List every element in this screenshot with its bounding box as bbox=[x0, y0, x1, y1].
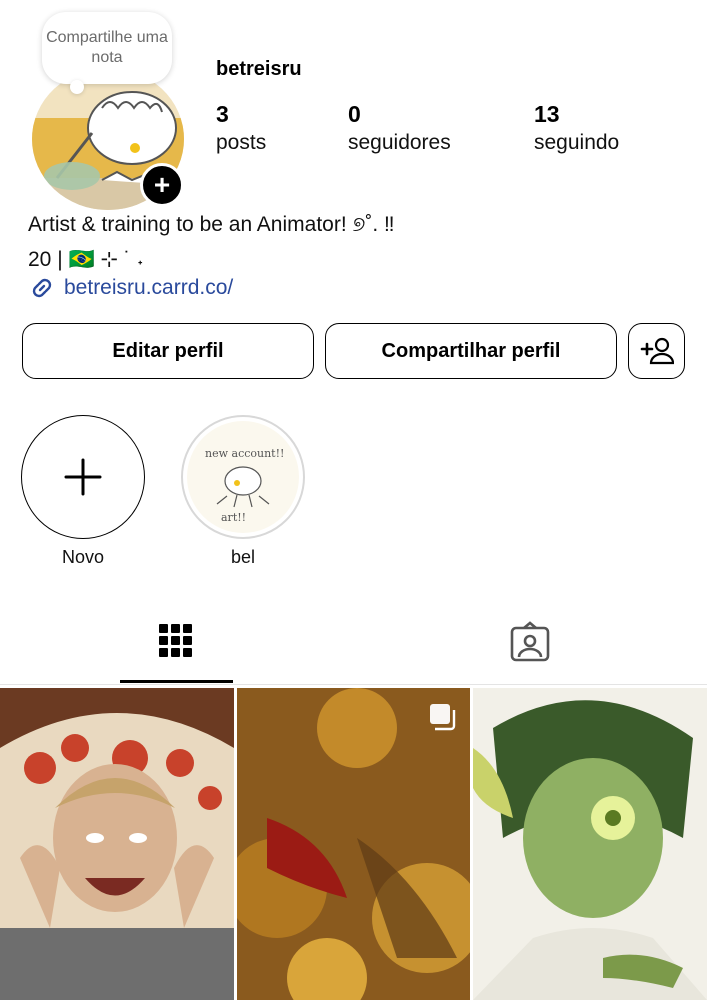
bio-link-text: betreisru.carrd.co/ bbox=[64, 276, 234, 299]
post-image-portrait-mushrooms bbox=[0, 688, 234, 1000]
plus-icon bbox=[64, 458, 102, 496]
post-image-green-boy bbox=[473, 688, 707, 1000]
edit-profile-button[interactable]: Editar perfil bbox=[22, 323, 314, 379]
note-bubble[interactable]: Compartilhe uma nota bbox=[42, 12, 172, 94]
stat-following[interactable]: 13 seguindo bbox=[534, 100, 619, 158]
highlight-bel-label: bel bbox=[230, 547, 256, 567]
tab-tagged[interactable] bbox=[508, 620, 552, 664]
share-profile-button[interactable]: Compartilhar perfil bbox=[325, 323, 617, 379]
note-text: Compartilhe uma nota bbox=[46, 29, 168, 66]
post-thumbnail[interactable] bbox=[0, 688, 234, 1000]
highlight-bel-cover-text-bottom: art!! bbox=[221, 511, 246, 524]
bio-line-2: 20 | 🇧🇷 ⊹ ˙ ˖ bbox=[28, 248, 144, 271]
active-tab-indicator bbox=[120, 680, 233, 683]
plus-icon: + bbox=[153, 169, 171, 200]
add-user-icon bbox=[640, 337, 674, 365]
stat-followers[interactable]: 0 seguidores bbox=[348, 100, 451, 158]
post-thumbnail[interactable] bbox=[473, 688, 707, 1000]
stat-followers-label: seguidores bbox=[348, 131, 451, 154]
stat-following-count: 13 bbox=[534, 101, 560, 127]
bio-line-1: Artist & training to be an Animator! ୭˚.… bbox=[28, 213, 395, 236]
stat-posts[interactable]: 3 posts bbox=[216, 100, 266, 158]
tab-divider bbox=[0, 684, 707, 685]
carousel-icon bbox=[430, 704, 456, 731]
tagged-icon bbox=[510, 621, 550, 662]
add-user-button[interactable] bbox=[628, 323, 685, 379]
highlight-new[interactable] bbox=[21, 415, 145, 539]
stat-posts-label: posts bbox=[216, 131, 267, 154]
highlight-bel-cover: new account!! art!! bbox=[187, 421, 299, 533]
post-thumbnail[interactable] bbox=[237, 688, 470, 1000]
highlight-bel-cover-text-top: new account!! bbox=[205, 447, 284, 460]
link-icon bbox=[32, 278, 52, 298]
stat-followers-count: 0 bbox=[348, 101, 361, 127]
username: betreisru bbox=[216, 58, 302, 80]
stat-following-label: seguindo bbox=[534, 131, 620, 154]
note-bubble-tail bbox=[70, 80, 84, 94]
post-image-sunflowers bbox=[237, 688, 470, 1000]
bio-link[interactable]: betreisru.carrd.co/ bbox=[28, 274, 233, 302]
highlight-new-label: Novo bbox=[61, 547, 105, 567]
highlight-bel[interactable]: new account!! art!! bbox=[181, 415, 305, 539]
add-story-button[interactable]: + bbox=[140, 163, 184, 207]
grid-icon bbox=[159, 624, 192, 657]
stat-posts-count: 3 bbox=[216, 101, 229, 127]
tab-grid[interactable] bbox=[155, 620, 197, 662]
